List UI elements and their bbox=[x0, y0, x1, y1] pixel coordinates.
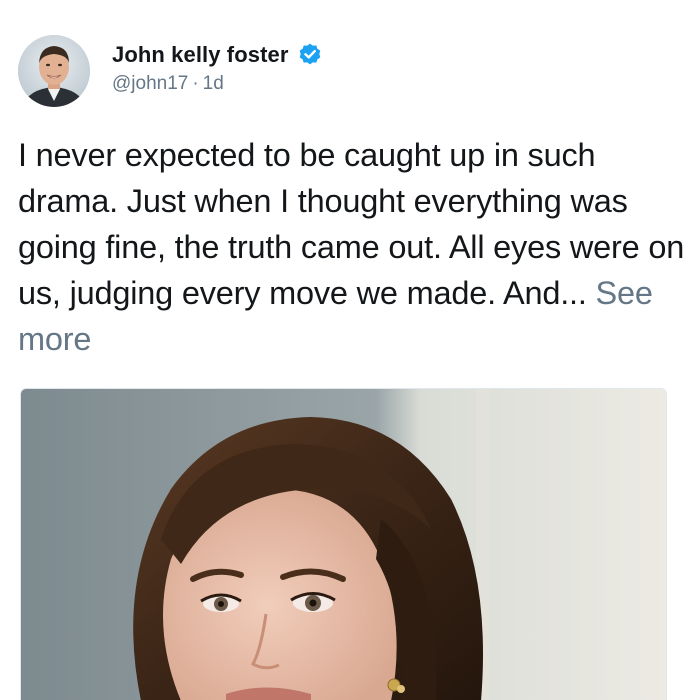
meta-separator: · bbox=[192, 73, 199, 94]
author-handle[interactable]: @john17 bbox=[112, 73, 188, 94]
tweet-text-content: I never expected to be caught up in such… bbox=[18, 137, 685, 311]
attached-photo bbox=[21, 389, 666, 700]
tweet-header: John kelly foster @john17 · 1d bbox=[18, 35, 323, 115]
tweet-card[interactable]: John kelly foster @john17 · 1d I never exp… bbox=[0, 0, 700, 700]
author-display-name[interactable]: John kelly foster bbox=[112, 42, 289, 68]
author-name-row: John kelly foster bbox=[112, 41, 323, 69]
avatar-photo bbox=[18, 35, 90, 107]
tweet-timestamp[interactable]: 1d bbox=[203, 73, 224, 94]
author-avatar[interactable] bbox=[18, 35, 90, 107]
tweet-media[interactable] bbox=[20, 388, 667, 700]
tweet-text: I never expected to be caught up in such… bbox=[18, 132, 693, 362]
verified-badge-icon bbox=[297, 42, 323, 68]
author-identity: John kelly foster @john17 · 1d bbox=[112, 41, 323, 95]
author-meta: @john17 · 1d bbox=[112, 73, 323, 95]
